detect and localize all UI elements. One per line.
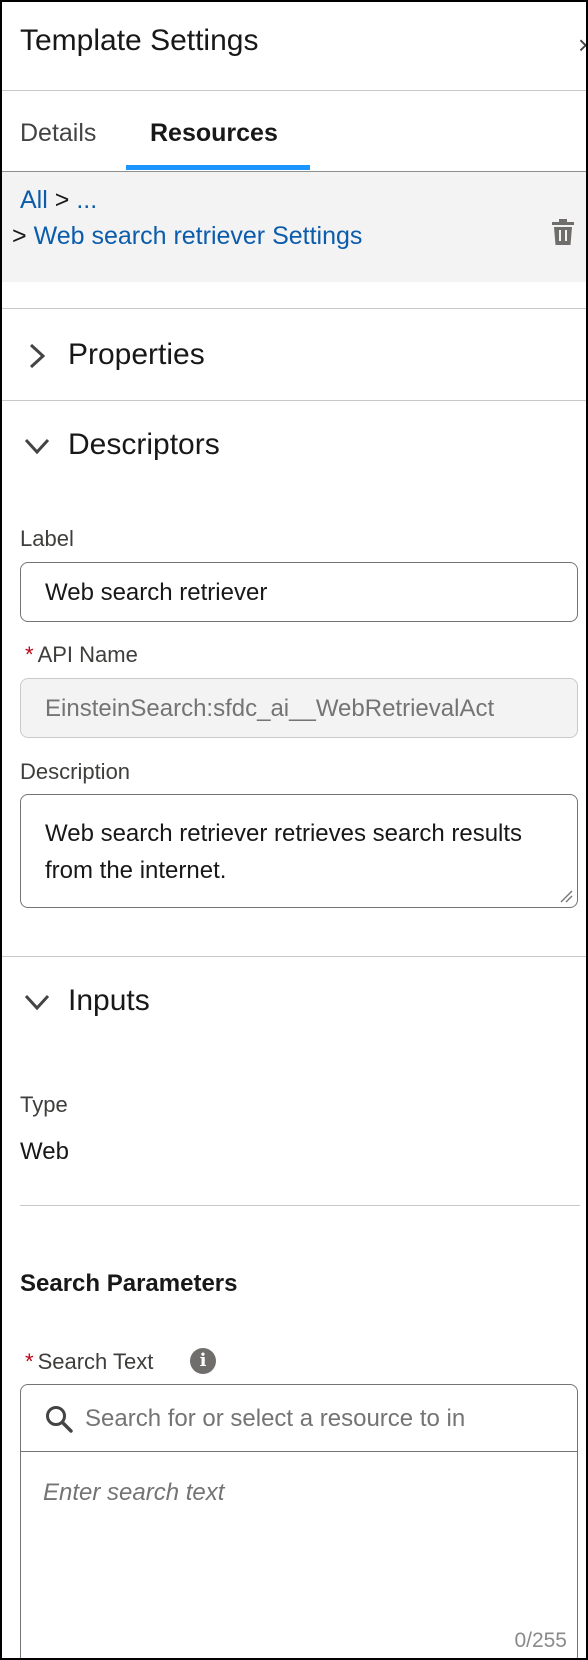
chevron-down-icon bbox=[24, 438, 50, 455]
tab-details[interactable]: Details bbox=[20, 119, 96, 148]
tab-bar: Details Resources bbox=[2, 91, 586, 172]
breadcrumb-line-1: All > ... bbox=[20, 186, 97, 215]
character-counter: 0/255 bbox=[514, 1629, 567, 1652]
required-indicator: * bbox=[25, 642, 34, 667]
type-label: Type bbox=[20, 1092, 68, 1117]
breadcrumb-separator: > bbox=[54, 186, 70, 214]
resource-search-placeholder: Search for or select a resource to in bbox=[85, 1405, 466, 1432]
panel-title: Template Settings bbox=[20, 24, 259, 57]
label-field-label: Label bbox=[20, 526, 74, 551]
search-text-field-label: * Search Text bbox=[20, 1349, 153, 1375]
section-descriptors-toggle[interactable]: Descriptors bbox=[2, 416, 586, 476]
breadcrumb-ellipsis-link[interactable]: ... bbox=[76, 186, 97, 214]
tab-resources[interactable]: Resources bbox=[150, 119, 278, 148]
section-inputs-toggle[interactable]: Inputs bbox=[2, 972, 586, 1032]
breadcrumb-all-link[interactable]: All bbox=[20, 186, 48, 214]
divider bbox=[2, 400, 586, 401]
chevron-right-icon bbox=[29, 343, 46, 369]
type-value: Web bbox=[20, 1138, 69, 1165]
resize-handle-icon[interactable] bbox=[559, 889, 573, 903]
search-icon bbox=[46, 1406, 73, 1433]
description-field-label: Description bbox=[20, 759, 131, 784]
divider bbox=[2, 956, 586, 957]
api-name-input: EinsteinSearch:sfdc_ai__WebRetrievalAct bbox=[20, 678, 578, 738]
info-icon[interactable]: i bbox=[190, 1348, 216, 1374]
template-settings-panel: Template Settings × Details Resources Al… bbox=[0, 0, 588, 1660]
search-parameters-heading: Search Parameters bbox=[20, 1270, 238, 1297]
section-properties-title: Properties bbox=[68, 338, 205, 371]
close-icon[interactable]: × bbox=[578, 30, 586, 61]
search-text-combobox: Search for or select a resource to in En… bbox=[20, 1384, 578, 1658]
breadcrumb-separator: > bbox=[12, 222, 27, 250]
required-indicator: * bbox=[25, 1349, 34, 1374]
section-descriptors-title: Descriptors bbox=[68, 428, 220, 461]
trash-icon[interactable] bbox=[552, 219, 574, 245]
breadcrumb-current-link[interactable]: Web search retriever Settings bbox=[34, 222, 363, 250]
divider bbox=[20, 1205, 580, 1206]
chevron-down-icon bbox=[24, 994, 50, 1011]
breadcrumb-line-2: > Web search retriever Settings bbox=[12, 222, 362, 251]
search-text-label-text: Search Text bbox=[37, 1349, 154, 1374]
search-text-placeholder[interactable]: Enter search text bbox=[43, 1479, 224, 1507]
active-tab-indicator bbox=[126, 165, 310, 170]
label-input[interactable]: Web search retriever bbox=[20, 562, 578, 622]
section-inputs-title: Inputs bbox=[68, 984, 150, 1017]
api-name-label-text: API Name bbox=[37, 642, 138, 667]
section-properties-toggle[interactable]: Properties bbox=[2, 326, 586, 386]
api-name-field-label: * API Name bbox=[20, 642, 138, 668]
description-textarea[interactable]: Web search retriever retrieves search re… bbox=[20, 794, 578, 908]
divider bbox=[2, 308, 586, 309]
description-text: Web search retriever retrieves search re… bbox=[45, 820, 523, 884]
breadcrumb: All > ... > Web search retriever Setting… bbox=[2, 172, 586, 282]
panel-header: Template Settings × bbox=[2, 2, 586, 91]
resource-search-input[interactable]: Search for or select a resource to in bbox=[21, 1385, 577, 1452]
